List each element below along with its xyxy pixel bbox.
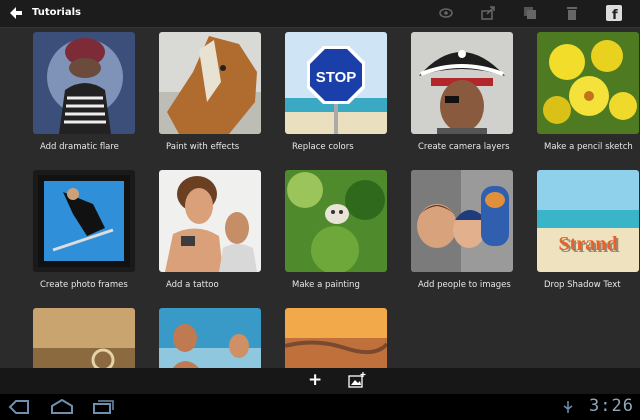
facebook-icon[interactable]: f (606, 5, 622, 21)
bottom-action-bar: + (0, 368, 640, 394)
system-nav-bar: 3:26 (0, 394, 640, 420)
tutorial-thumb-paint-effects[interactable] (159, 32, 261, 134)
clock: 3:26 (589, 396, 634, 416)
tutorial-label[interactable]: Add dramatic flare (40, 142, 119, 152)
home-nav-icon[interactable] (50, 399, 74, 414)
tutorial-label[interactable]: Create camera layers (418, 142, 510, 152)
tutorial-label[interactable]: Make a pencil sketch (544, 142, 633, 152)
action-bar: Tutorials f (0, 0, 640, 28)
tutorial-thumb-pencil-sketch[interactable] (537, 32, 639, 134)
svg-text:STOP: STOP (316, 69, 357, 86)
share-icon[interactable] (480, 5, 496, 21)
tutorial-thumb-drop-shadow[interactable]: Strand Strand (537, 170, 639, 272)
tutorial-grid: Add dramatic flare Paint with effects ST… (0, 27, 640, 368)
page-title: Tutorials (32, 7, 81, 18)
recent-apps-icon[interactable] (92, 400, 114, 414)
tutorial-label[interactable]: Make a painting (292, 280, 360, 290)
tutorial-thumb[interactable] (285, 308, 387, 368)
tutorial-thumb-dramatic-flare[interactable] (33, 32, 135, 134)
link-icon[interactable] (438, 5, 454, 21)
back-arrow-icon[interactable] (8, 5, 24, 21)
tutorial-thumb-tattoo[interactable] (159, 170, 261, 272)
tutorial-thumb-camera-layers[interactable] (411, 32, 513, 134)
svg-text:Strand: Strand (559, 233, 618, 255)
usb-icon (563, 401, 573, 413)
svg-text:f: f (612, 8, 618, 21)
tutorial-label[interactable]: Add people to images (418, 280, 511, 290)
add-icon[interactable]: + (308, 370, 322, 390)
tutorial-thumb-replace-colors[interactable]: STOP (285, 32, 387, 134)
copy-icon[interactable] (522, 5, 538, 21)
tutorial-label[interactable]: Add a tattoo (166, 280, 219, 290)
tutorial-label[interactable]: Create photo frames (40, 280, 128, 290)
tutorial-thumb-add-people[interactable] (411, 170, 513, 272)
add-image-icon[interactable] (348, 372, 366, 388)
tutorial-label[interactable]: Paint with effects (166, 142, 239, 152)
tutorial-thumb-photo-frames[interactable] (33, 170, 135, 272)
tutorial-thumb-painting[interactable] (285, 170, 387, 272)
back-nav-icon[interactable] (8, 400, 30, 414)
tutorial-label[interactable]: Replace colors (292, 142, 354, 152)
trash-icon[interactable] (564, 5, 580, 21)
tutorial-thumb[interactable] (33, 308, 135, 368)
tutorial-thumb[interactable] (159, 308, 261, 368)
tutorial-label[interactable]: Drop Shadow Text (544, 280, 621, 290)
